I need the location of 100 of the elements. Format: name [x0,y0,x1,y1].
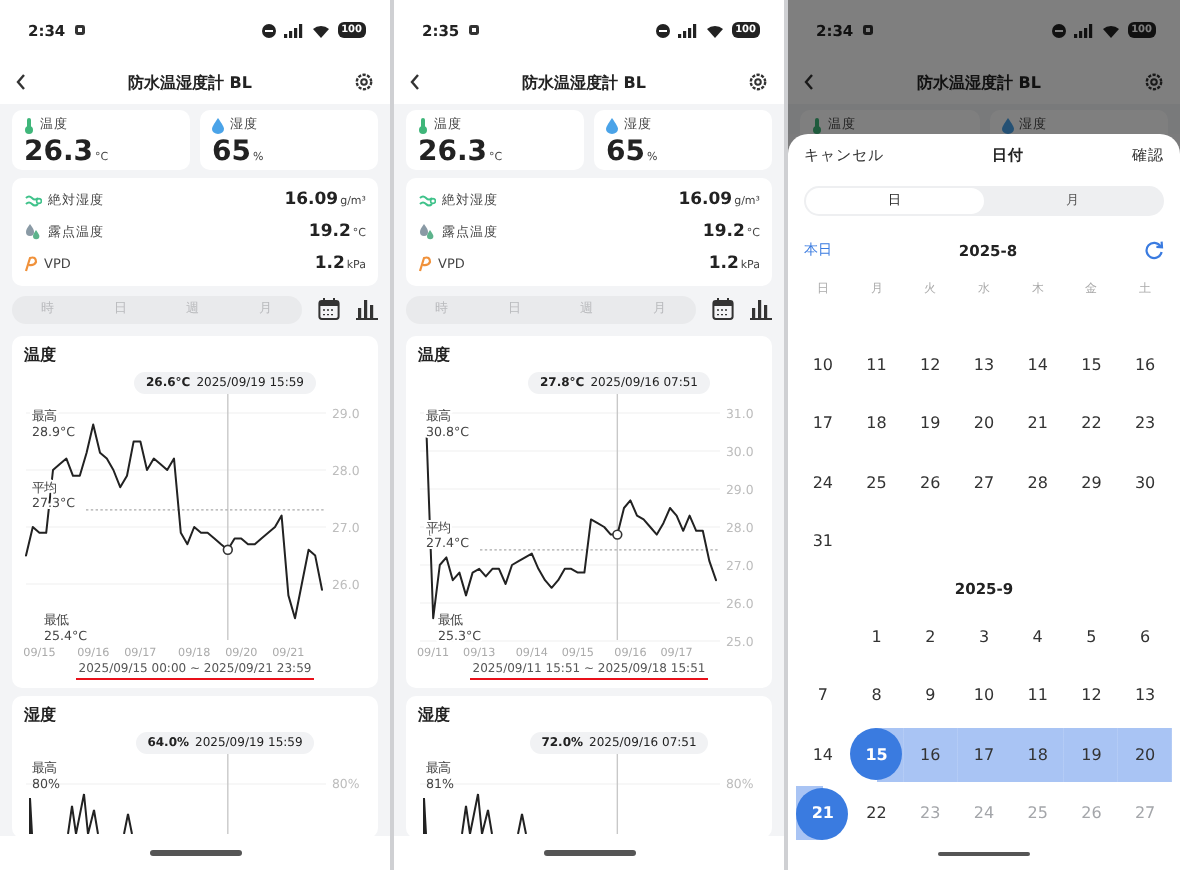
home-indicator [149,850,241,856]
calendar-icon [318,298,340,320]
calendar-day[interactable]: 16 [1119,338,1172,391]
calendar-day[interactable]: 24 [796,456,849,509]
calendar-day[interactable]: 10 [796,338,849,391]
calendar-day[interactable]: 22 [1065,397,1118,450]
calendar-day[interactable]: 18 [1011,728,1064,780]
calendar-day[interactable]: 19 [1065,728,1118,780]
calendar-day[interactable]: 30 [1119,456,1172,509]
metric-value: 16.09 [284,190,339,210]
droplet-icon [606,117,618,133]
calendar-day[interactable]: 25 [850,456,903,509]
calendar-day[interactable]: 3 [957,610,1010,662]
calendar-day[interactable]: 26 [904,456,957,509]
bar-chart-icon [356,298,378,320]
settings-icon [1144,72,1164,92]
wave-icon [24,193,42,207]
chart-title: 湿度 [22,706,58,726]
back-icon [410,74,420,90]
settings-icon [748,72,768,92]
refresh-button[interactable] [1144,240,1164,260]
data-point-marker [222,544,233,555]
calendar-day[interactable]: 31 [796,515,849,568]
cursor-line [227,754,229,834]
droplet-icon [1001,117,1013,133]
notification-icon [73,24,86,36]
calendar-day[interactable]: 9 [904,669,957,721]
reading-value: 26.3 [24,138,94,168]
calendar-day[interactable]: 13 [957,338,1010,391]
wifi-icon [1101,23,1120,37]
calendar-day[interactable]: 13 [1119,669,1172,721]
do-not-disturb-icon [261,23,276,37]
calendar-day[interactable]: 14 [796,728,849,780]
reading-value: 26.3 [418,138,488,168]
calendar-day[interactable]: 27 [957,456,1010,509]
calendar-day[interactable]: 15 [1065,338,1118,391]
calendar-day[interactable]: 14 [1011,338,1064,391]
calendar-day[interactable]: 29 [1065,456,1118,509]
back-button[interactable] [16,74,26,90]
calendar-day[interactable]: 28 [1011,456,1064,509]
calendar-day[interactable]: 11 [1011,669,1064,721]
notification-icon [467,24,480,36]
calendar-day[interactable]: 21 [796,787,849,839]
chart-title: 温度 [22,346,58,366]
calendar-day[interactable]: 15 [850,728,903,780]
chart-button[interactable] [750,298,772,320]
bar-chart-icon [750,298,772,320]
calendar-day[interactable]: 10 [957,669,1010,721]
screen-title: 防水温湿度計 BL [915,71,1043,93]
calendar-day[interactable]: 2 [904,610,957,662]
calendar-day[interactable]: 1 [850,610,903,662]
reading-value: 65 [212,138,251,168]
settings-icon [354,72,374,92]
calendar-day[interactable]: 17 [957,728,1010,780]
data-point-marker [612,529,623,540]
do-not-disturb-icon [655,23,670,37]
calendar-day[interactable]: 18 [850,397,903,450]
calendar-button[interactable] [712,298,734,320]
screen-title: 防水温湿度計 BL [520,71,648,93]
droplet-icon [212,117,224,133]
home-indicator [543,850,635,856]
calendar-day[interactable]: 7 [796,669,849,721]
chart-title: 湿度 [416,706,452,726]
calendar-day[interactable]: 17 [796,397,849,450]
calendar-day[interactable]: 19 [904,397,957,450]
calendar-day[interactable]: 21 [1011,397,1064,450]
signal-icon [283,23,304,37]
settings-button[interactable] [354,72,374,92]
metric-value: 16.09 [678,190,733,210]
cursor-line [616,754,619,834]
calendar-day[interactable]: 12 [904,338,957,391]
calendar-day[interactable]: 20 [1119,728,1172,780]
calendar-button[interactable] [318,298,340,320]
chart-button[interactable] [356,298,378,320]
calendar-day[interactable]: 11 [850,338,903,391]
settings-button[interactable] [748,72,768,92]
thermometer-icon [24,117,34,133]
humidity-line-drawing [29,793,133,834]
wifi-icon [705,23,724,37]
back-button[interactable] [410,74,420,90]
calendar-day[interactable]: 4 [1011,610,1064,662]
wifi-icon [311,23,330,37]
calendar-day[interactable]: 23 [1119,397,1172,450]
signal-icon [677,23,698,37]
refresh-icon [1144,240,1164,260]
do-not-disturb-icon [1051,23,1066,37]
back-icon [804,74,814,90]
reading-value: 65 [606,138,645,168]
calendar-day[interactable]: 8 [850,669,903,721]
calendar-day[interactable]: 5 [1065,610,1118,662]
humidity-line-drawing [423,793,527,834]
calendar-day[interactable]: 12 [1065,669,1118,721]
calendar-day[interactable]: 6 [1119,610,1172,662]
thermometer-icon [812,117,822,133]
calendar-day[interactable]: 20 [957,397,1010,450]
metric-value: 19.2 [308,222,351,242]
calendar-day[interactable]: 22 [850,787,903,839]
screen-title: 防水温湿度計 BL [126,71,254,93]
back-icon [16,74,26,90]
calendar-day[interactable]: 16 [904,728,957,780]
